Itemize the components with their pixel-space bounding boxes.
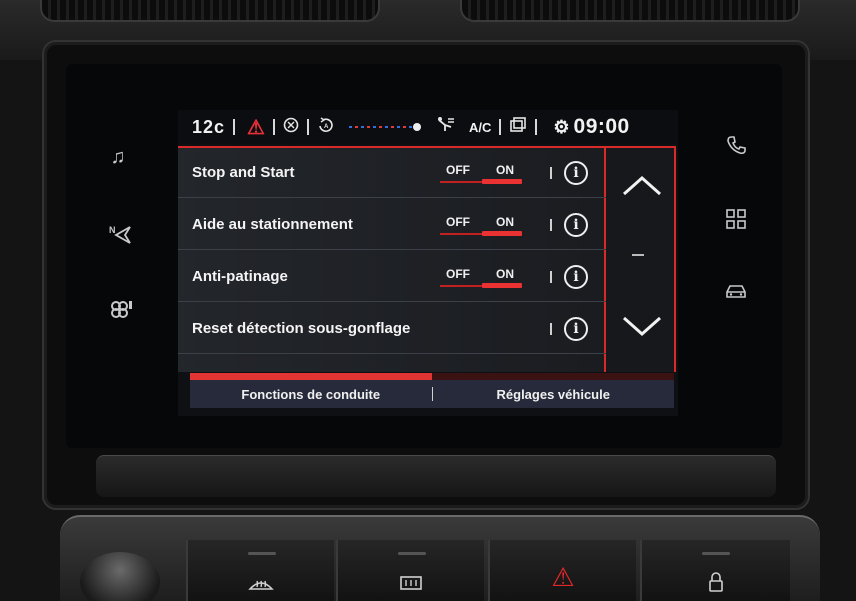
row-separator bbox=[550, 166, 552, 179]
svg-text:N: N bbox=[109, 225, 116, 235]
toggle-thumb bbox=[482, 283, 522, 288]
navigation-arrow-icon: N bbox=[109, 225, 131, 244]
tab-indicator-fill bbox=[190, 373, 432, 380]
info-icon[interactable]: i bbox=[564, 160, 588, 185]
navigation-icon[interactable]: N bbox=[102, 220, 138, 250]
settings-row-stop-and-start[interactable]: Stop and Start OFF ON i bbox=[178, 148, 606, 198]
recirculation-icon[interactable]: A bbox=[317, 116, 335, 138]
toggle-off-label: OFF bbox=[446, 215, 470, 229]
scroll-down-button[interactable] bbox=[620, 312, 664, 340]
air-vent-right bbox=[460, 0, 800, 22]
central-lock-button[interactable] bbox=[640, 540, 790, 601]
parking-aid-toggle[interactable]: OFF ON bbox=[440, 212, 522, 236]
car-front-icon bbox=[726, 285, 746, 298]
info-icon[interactable]: i bbox=[564, 316, 588, 341]
info-icon[interactable]: i bbox=[564, 264, 588, 289]
bezel-lip bbox=[96, 455, 776, 497]
chevron-up-icon bbox=[623, 175, 661, 196]
row-label: Reset détection sous-gonflage bbox=[192, 320, 411, 337]
row-separator bbox=[550, 270, 552, 283]
tab-indicator-track bbox=[190, 373, 674, 380]
toggle-on-label: ON bbox=[496, 215, 514, 229]
status-bar: 12c ⚠ A A/C ⚙ 09:00 bbox=[178, 110, 678, 144]
screen-mode-icon[interactable] bbox=[509, 116, 527, 138]
front-defrost-icon bbox=[248, 580, 274, 590]
phone-handset-icon bbox=[727, 136, 746, 155]
toggle-thumb bbox=[482, 231, 522, 236]
toggle-off-label: OFF bbox=[446, 267, 470, 281]
toggle-thumb bbox=[482, 179, 522, 184]
connectivity-symbol-icon bbox=[111, 301, 132, 318]
row-label: Aide au stationnement bbox=[192, 216, 353, 233]
svg-text:A: A bbox=[324, 124, 329, 130]
music-note-icon[interactable]: ♫ bbox=[100, 142, 136, 172]
settings-list: Stop and Start OFF ON i Aide au stationn… bbox=[178, 146, 606, 372]
tab-bar: Fonctions de conduite Réglages véhicule bbox=[190, 380, 674, 408]
phone-icon[interactable] bbox=[718, 130, 754, 160]
scroll-position-indicator bbox=[632, 254, 644, 256]
ac-label[interactable]: A/C bbox=[469, 120, 491, 135]
status-separator bbox=[272, 119, 275, 135]
button-led bbox=[398, 552, 426, 555]
service-wrench-icon[interactable] bbox=[283, 117, 299, 138]
gear-icon[interactable]: ⚙ bbox=[553, 117, 569, 138]
button-led bbox=[248, 552, 276, 555]
row-label: Stop and Start bbox=[192, 164, 295, 181]
outside-temperature: 12c bbox=[192, 116, 226, 137]
front-defrost-button[interactable] bbox=[186, 540, 334, 601]
traction-control-toggle[interactable]: OFF ON bbox=[440, 264, 522, 288]
fan-speed-indicator[interactable] bbox=[348, 123, 421, 131]
settings-row-aide-stationnement[interactable]: Aide au stationnement OFF ON i bbox=[178, 200, 606, 250]
scroll-panel bbox=[606, 146, 676, 372]
warning-triangle-icon[interactable]: ⚠ bbox=[247, 115, 265, 140]
info-icon[interactable]: i bbox=[564, 212, 588, 237]
air-vent-left bbox=[40, 0, 380, 22]
row-separator bbox=[550, 218, 552, 231]
fan-speed-knob bbox=[412, 123, 421, 131]
grid-icon bbox=[726, 209, 746, 229]
button-led bbox=[702, 552, 730, 555]
status-separator bbox=[306, 119, 309, 135]
lock-icon bbox=[709, 572, 723, 592]
toggle-on-label: ON bbox=[496, 267, 514, 281]
apps-grid-icon[interactable] bbox=[718, 204, 754, 234]
toggle-off-label: OFF bbox=[446, 163, 470, 177]
status-separator bbox=[233, 119, 236, 135]
stop-start-toggle[interactable]: OFF ON bbox=[440, 160, 522, 184]
status-separator bbox=[499, 119, 502, 135]
hazard-icon: ⚠ bbox=[551, 562, 575, 592]
row-label: Anti-patinage bbox=[192, 268, 288, 285]
infotainment-display: 12c ⚠ A A/C ⚙ 09:00 Stop and Start OFF O… bbox=[178, 110, 678, 416]
connectivity-icon[interactable] bbox=[104, 294, 140, 324]
rear-defrost-icon bbox=[400, 576, 422, 590]
hazard-button[interactable]: ⚠ bbox=[488, 540, 636, 601]
rear-defrost-button[interactable] bbox=[336, 540, 484, 601]
row-separator bbox=[550, 322, 552, 335]
settings-row-anti-patinage[interactable]: Anti-patinage OFF ON i bbox=[178, 252, 606, 302]
settings-row-reset-sous-gonflage[interactable]: Reset détection sous-gonflage i bbox=[178, 304, 606, 354]
tab-reglages-vehicule[interactable]: Réglages véhicule bbox=[433, 387, 675, 402]
status-separator bbox=[535, 119, 538, 135]
car-icon[interactable] bbox=[718, 276, 754, 306]
chevron-down-icon bbox=[623, 316, 661, 337]
airflow-seat-icon[interactable] bbox=[435, 116, 457, 139]
clock: 09:00 bbox=[573, 115, 630, 138]
toggle-on-label: ON bbox=[496, 163, 514, 177]
tab-fonctions-conduite[interactable]: Fonctions de conduite bbox=[190, 387, 432, 402]
scroll-up-button[interactable] bbox=[620, 172, 664, 200]
